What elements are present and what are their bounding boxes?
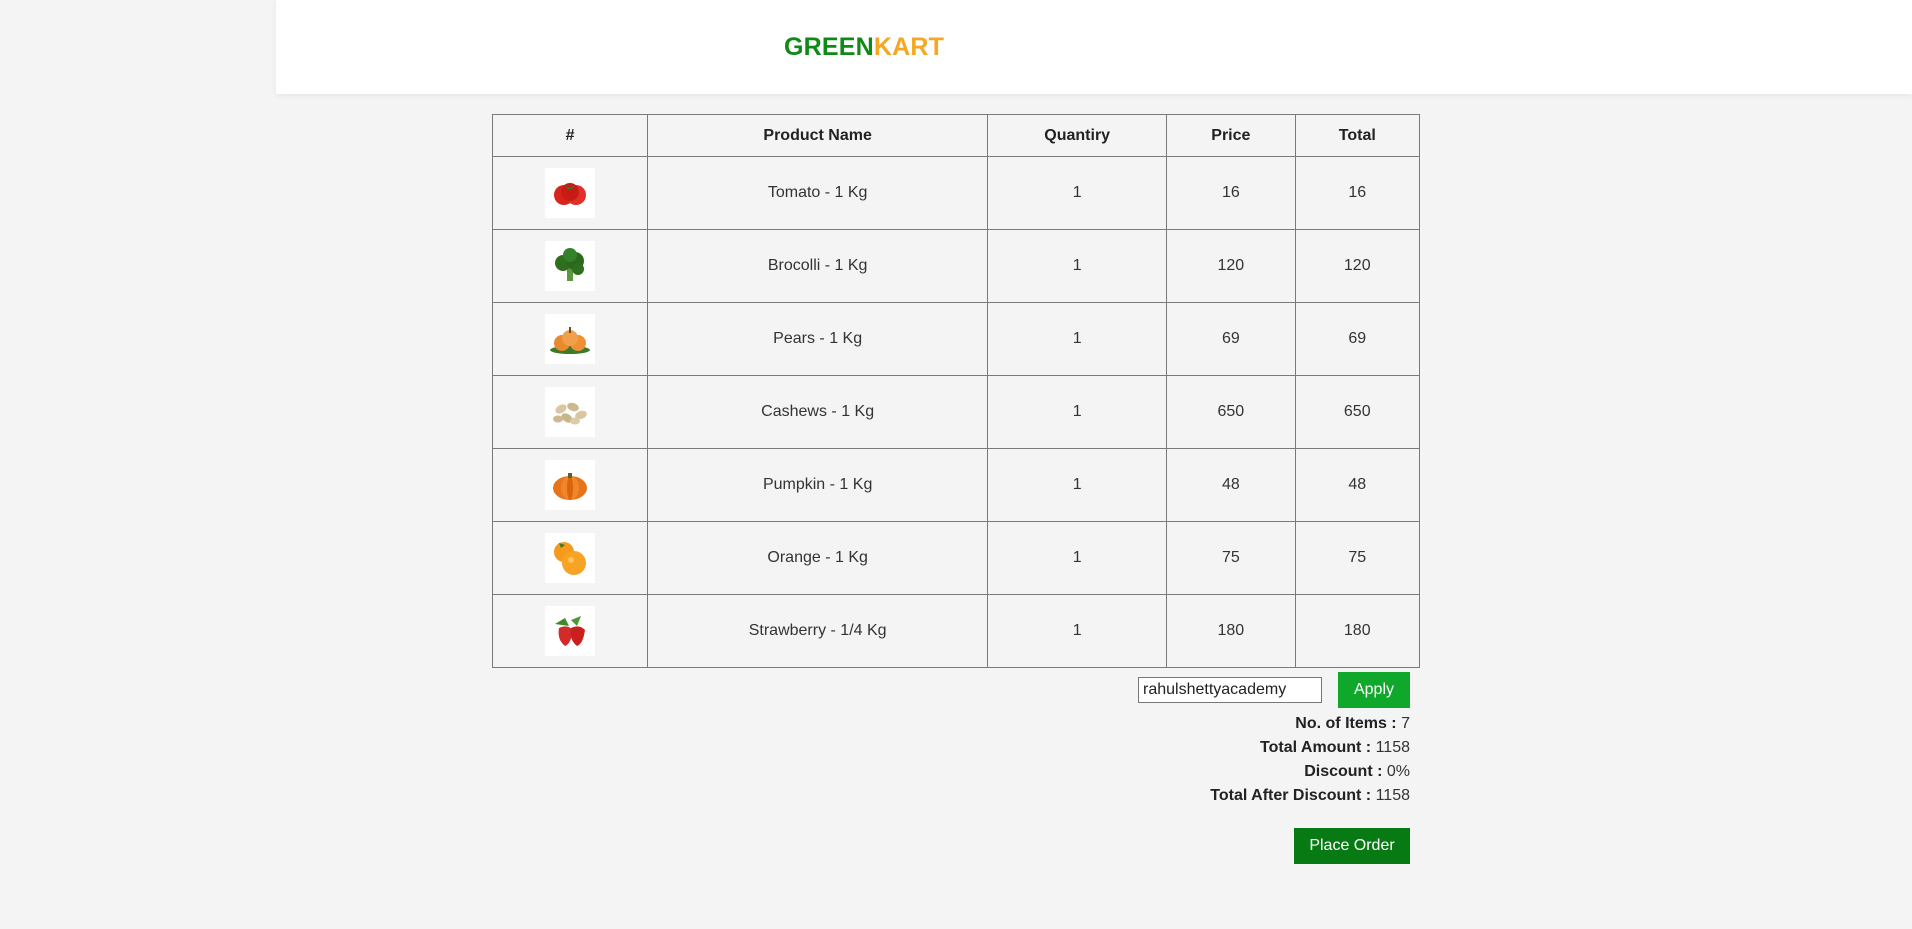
product-name: Pears - 1 Kg — [647, 302, 989, 376]
promo-row: Apply — [1138, 672, 1410, 708]
product-price: 180 — [1166, 594, 1296, 668]
orange-icon — [545, 533, 596, 583]
brand-kart-text: KART — [873, 33, 945, 61]
total-after-discount-line: Total After Discount : 1158 — [1138, 784, 1410, 808]
product-image-cell — [491, 156, 649, 230]
pears-icon — [545, 314, 596, 364]
items-count-label: No. of Items : — [1295, 715, 1397, 732]
brand-green-text: GREEN — [784, 33, 874, 61]
product-name: Tomato - 1 Kg — [647, 156, 989, 230]
header-price: Price — [1166, 114, 1296, 157]
brand-logo: GREENKART — [784, 33, 944, 62]
order-summary: Apply No. of Items : 7 Total Amount : 11… — [1138, 672, 1410, 808]
cashews-icon — [545, 387, 596, 437]
total-after-discount-value: 1158 — [1375, 787, 1410, 804]
items-count-line: No. of Items : 7 — [1138, 712, 1410, 736]
broccoli-icon — [545, 241, 596, 291]
product-total: 75 — [1294, 521, 1421, 595]
total-amount-line: Total Amount : 1158 — [1138, 736, 1410, 760]
product-total: 69 — [1294, 302, 1421, 376]
header-product-name: Product Name — [647, 114, 989, 157]
product-price: 69 — [1166, 302, 1296, 376]
product-total: 48 — [1294, 448, 1421, 522]
product-quantity: 1 — [987, 229, 1168, 303]
promo-code-input[interactable] — [1138, 677, 1322, 703]
items-count-value: 7 — [1401, 715, 1410, 732]
cart-table: # Product Name Quantiry Price Total Toma… — [491, 114, 1421, 668]
apply-button[interactable]: Apply — [1338, 672, 1410, 708]
product-quantity: 1 — [987, 594, 1168, 668]
table-row: Tomato - 1 Kg 1 16 16 — [491, 156, 1421, 230]
product-image-cell — [491, 521, 649, 595]
table-row: Pumpkin - 1 Kg 1 48 48 — [491, 448, 1421, 522]
total-amount-value: 1158 — [1375, 739, 1410, 756]
tomato-icon — [545, 168, 596, 218]
product-image-cell — [491, 229, 649, 303]
discount-value: 0% — [1386, 763, 1410, 780]
product-name: Brocolli - 1 Kg — [647, 229, 989, 303]
strawberry-icon — [545, 606, 596, 656]
product-quantity: 1 — [987, 156, 1168, 230]
product-total: 650 — [1294, 375, 1421, 449]
header-index: # — [491, 114, 649, 157]
discount-line: Discount : 0% — [1138, 760, 1410, 784]
product-total: 180 — [1294, 594, 1421, 668]
product-image-cell — [491, 448, 649, 522]
product-quantity: 1 — [987, 448, 1168, 522]
product-name: Pumpkin - 1 Kg — [647, 448, 989, 522]
product-total: 120 — [1294, 229, 1421, 303]
top-header: GREENKART — [276, 0, 1912, 94]
product-quantity: 1 — [987, 521, 1168, 595]
table-row: Cashews - 1 Kg 1 650 650 — [491, 375, 1421, 449]
product-image-cell — [491, 302, 649, 376]
header-quantity: Quantiry — [987, 114, 1168, 157]
product-name: Orange - 1 Kg — [647, 521, 989, 595]
discount-label: Discount : — [1304, 763, 1383, 780]
header-total: Total — [1294, 114, 1421, 157]
product-price: 48 — [1166, 448, 1296, 522]
table-header-row: # Product Name Quantiry Price Total — [491, 114, 1421, 157]
place-order-button[interactable]: Place Order — [1294, 828, 1410, 864]
product-price: 120 — [1166, 229, 1296, 303]
total-after-discount-label: Total After Discount : — [1210, 787, 1372, 804]
table-row: Brocolli - 1 Kg 1 120 120 — [491, 229, 1421, 303]
product-quantity: 1 — [987, 302, 1168, 376]
product-quantity: 1 — [987, 375, 1168, 449]
product-price: 650 — [1166, 375, 1296, 449]
product-image-cell — [491, 594, 649, 668]
table-row: Pears - 1 Kg 1 69 69 — [491, 302, 1421, 376]
table-row: Strawberry - 1/4 Kg 1 180 180 — [491, 594, 1421, 668]
product-price: 75 — [1166, 521, 1296, 595]
product-total: 16 — [1294, 156, 1421, 230]
pumpkin-icon — [545, 460, 596, 510]
table-row: Orange - 1 Kg 1 75 75 — [491, 521, 1421, 595]
product-image-cell — [491, 375, 649, 449]
product-name: Strawberry - 1/4 Kg — [647, 594, 989, 668]
product-price: 16 — [1166, 156, 1296, 230]
product-name: Cashews - 1 Kg — [647, 375, 989, 449]
total-amount-label: Total Amount : — [1260, 739, 1372, 756]
